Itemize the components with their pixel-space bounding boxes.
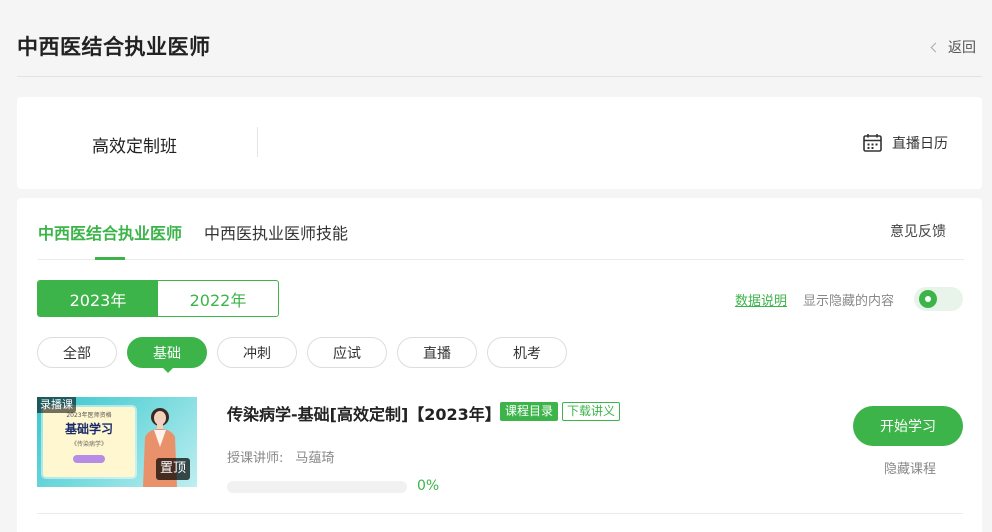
- show-hidden-label: 显示隐藏的内容: [803, 294, 895, 309]
- filter-computer-exam[interactable]: 机考: [487, 337, 567, 368]
- course-panel: 中西医结合执业医师 中西医执业医师技能 意见反馈 2023年 2022年 数据说…: [17, 198, 982, 532]
- calendar-label: 直播日历: [892, 136, 948, 152]
- year-2022-button[interactable]: 2022年: [158, 281, 278, 316]
- active-tab-indicator: [95, 257, 125, 260]
- thumbnail-pill: [73, 455, 105, 463]
- filter-sprint[interactable]: 冲刺: [217, 337, 297, 368]
- tab-skills[interactable]: 中西医执业医师技能: [204, 220, 348, 244]
- show-hidden-toggle[interactable]: [914, 287, 963, 311]
- filter-all[interactable]: 全部: [37, 337, 117, 368]
- thumbnail-subject: 《传染病学》: [70, 441, 107, 448]
- filter-basic[interactable]: 基础: [127, 337, 207, 373]
- class-name[interactable]: 高效定制班: [92, 132, 177, 157]
- start-learning-button[interactable]: 开始学习: [853, 406, 963, 446]
- back-label: 返回: [948, 40, 976, 56]
- toggle-knob: [919, 290, 937, 308]
- recorded-course-badge: 录播课: [37, 397, 76, 413]
- thumbnail-card: 2023年医师资格 基础学习 《传染病学》: [43, 407, 135, 477]
- course-row: 2023年医师资格 基础学习 《传染病学》 录播课 置顶 传染病学-基础[高效定…: [37, 397, 963, 514]
- progress-percent: 0%: [417, 478, 440, 494]
- calendar-icon: [863, 134, 882, 152]
- filter-live[interactable]: 直播: [397, 337, 477, 368]
- thumbnail-heading: 基础学习: [64, 422, 113, 436]
- subject-tabs: 中西医结合执业医师 中西医执业医师技能 意见反馈: [38, 198, 964, 260]
- teacher-label: 授课讲师:: [227, 451, 284, 466]
- course-thumbnail[interactable]: 2023年医师资格 基础学习 《传染病学》 录播课 置顶: [37, 397, 197, 487]
- tab-integrated-physician[interactable]: 中西医结合执业医师: [38, 220, 182, 244]
- class-bar: 高效定制班 直播日历: [17, 97, 982, 189]
- course-title[interactable]: 传染病学-基础[高效定制]【2023年】: [227, 401, 501, 425]
- live-calendar-button[interactable]: 直播日历: [863, 133, 948, 153]
- teacher-info: 授课讲师: 马蕴琦: [227, 447, 334, 466]
- progress-bar: [227, 481, 407, 493]
- data-explanation-link[interactable]: 数据说明: [735, 290, 787, 309]
- hide-course-button[interactable]: 隐藏课程: [884, 458, 936, 477]
- chevron-left-icon: [930, 42, 941, 53]
- year-selector: 2023年 2022年: [37, 280, 279, 317]
- download-handout-tag[interactable]: 下载讲义: [562, 402, 621, 421]
- teacher-name: 马蕴琦: [295, 451, 335, 466]
- feedback-link[interactable]: 意见反馈: [890, 221, 946, 241]
- filter-exam[interactable]: 应试: [307, 337, 387, 368]
- year-2023-button[interactable]: 2023年: [38, 281, 158, 316]
- page-title: 中西医结合执业医师: [17, 35, 211, 59]
- back-button[interactable]: 返回: [930, 37, 976, 57]
- pin-to-top-button[interactable]: 置顶: [155, 458, 190, 480]
- page-header: 中西医结合执业医师 返回: [17, 0, 982, 77]
- divider: [257, 127, 258, 157]
- course-catalog-tag[interactable]: 课程目录: [500, 402, 559, 421]
